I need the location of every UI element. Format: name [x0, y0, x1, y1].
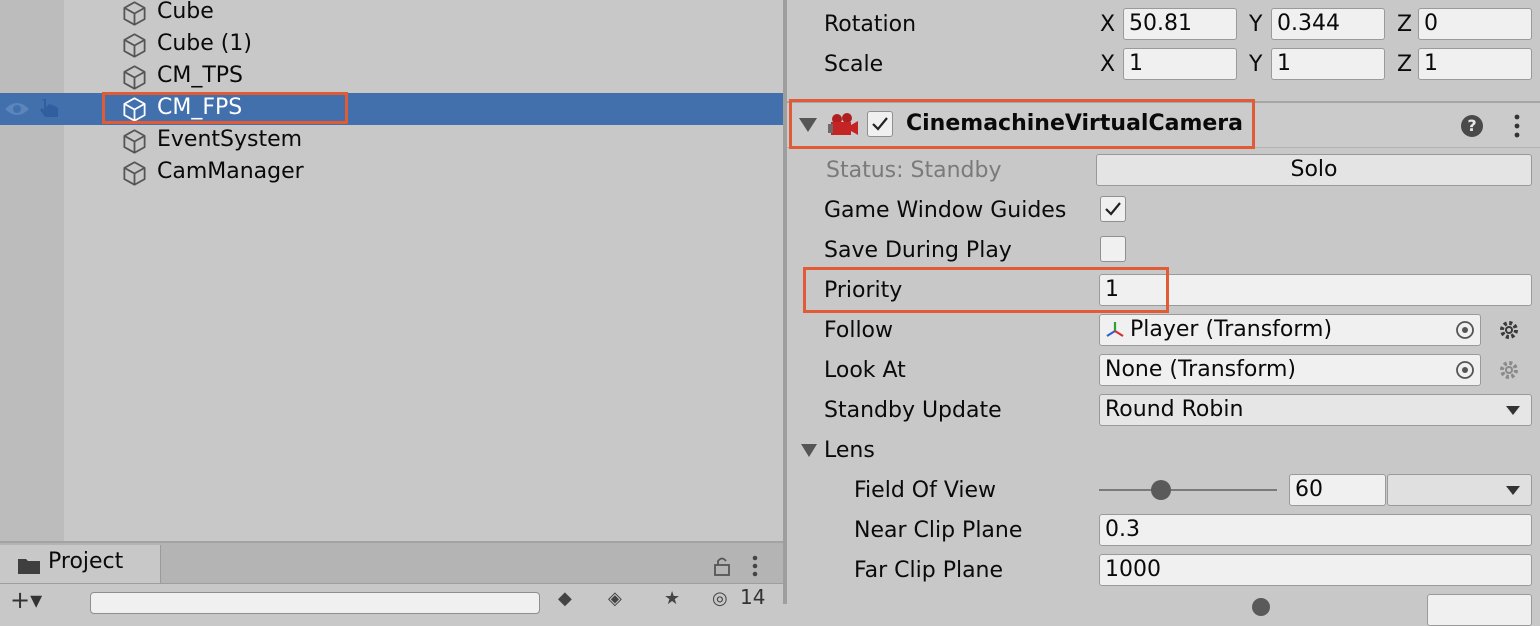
near-clip-plane-field[interactable]: 0.3: [1099, 514, 1532, 546]
rotation-x-axis-label: X: [1100, 12, 1116, 37]
help-icon[interactable]: ?: [1461, 115, 1483, 137]
hierarchy-item-label: CamManager: [157, 159, 304, 184]
scale-x-field[interactable]: 1: [1123, 48, 1237, 80]
scale-z-field[interactable]: 1: [1418, 48, 1532, 80]
follow-value: Player (Transform): [1130, 317, 1333, 342]
game-window-guides-label: Game Window Guides: [824, 198, 1067, 223]
fov-slider-knob[interactable]: [1151, 480, 1171, 500]
favorite-star-icon[interactable]: ★: [664, 588, 680, 609]
gear-icon[interactable]: [1497, 358, 1521, 382]
scale-y-axis-label: Y: [1249, 52, 1263, 77]
rotation-x-field[interactable]: 50.81: [1123, 8, 1237, 40]
gameobject-icon: [123, 65, 146, 90]
scale-label: Scale: [824, 52, 884, 77]
gameobject-icon: [123, 1, 146, 26]
save-during-play-label: Save During Play: [824, 238, 1012, 263]
hierarchy-item-label: CM_TPS: [157, 63, 244, 88]
solo-button[interactable]: Solo: [1096, 154, 1532, 186]
hidden-count: 14: [740, 585, 766, 609]
object-picker-icon[interactable]: [1454, 319, 1476, 341]
hidden-packages-icon[interactable]: ◎: [712, 588, 728, 609]
visibility-eye-icon[interactable]: [3, 99, 31, 119]
next-row-slider-knob[interactable]: [1252, 598, 1270, 616]
panel-menu-icon[interactable]: [752, 555, 758, 577]
rotation-z-field[interactable]: 0: [1418, 8, 1532, 40]
far-clip-plane-label: Far Clip Plane: [854, 558, 1004, 583]
project-tab-bar: Project: [0, 543, 783, 583]
hierarchy-item-cube[interactable]: Cube: [0, 0, 783, 29]
gear-icon[interactable]: [1497, 318, 1521, 342]
near-clip-plane-label: Near Clip Plane: [854, 518, 1023, 543]
pickable-hand-icon[interactable]: [36, 95, 64, 121]
hierarchy-item-label: Cube: [157, 0, 214, 24]
save-during-play-checkbox[interactable]: [1100, 236, 1126, 262]
next-row-field[interactable]: [1427, 594, 1532, 626]
tab-project-label: Project: [48, 549, 124, 574]
label-filter-icon[interactable]: ◈: [608, 588, 622, 609]
highlight-box-component: [789, 99, 1255, 149]
highlight-box-priority: [803, 267, 1169, 313]
far-clip-plane-field[interactable]: 1000: [1099, 554, 1532, 586]
scale-x-axis-label: X: [1100, 52, 1116, 77]
follow-object-field[interactable]: Player (Transform): [1099, 314, 1481, 346]
project-panel: Project +▾ ◆ ◈ ★ ◎ 14: [0, 541, 783, 614]
lens-label[interactable]: Lens: [824, 438, 875, 464]
chevron-down-icon: [1506, 486, 1520, 495]
follow-label: Follow: [824, 318, 894, 343]
rotation-y-axis-label: Y: [1249, 12, 1263, 37]
hierarchy-item-cube-1[interactable]: Cube (1): [0, 29, 783, 61]
standby-update-dropdown[interactable]: Round Robin: [1099, 394, 1532, 426]
lock-icon[interactable]: [712, 556, 732, 576]
hierarchy-item-cammanager[interactable]: CamManager: [0, 157, 783, 189]
look-at-label: Look At: [824, 358, 906, 383]
gameobject-icon: [123, 33, 146, 58]
folder-icon: [18, 559, 40, 574]
tab-project[interactable]: Project: [0, 545, 161, 583]
gameobject-icon: [123, 161, 146, 186]
asset-type-filter-icon[interactable]: ◆: [558, 588, 572, 609]
hierarchy-item-label: Cube (1): [157, 31, 252, 56]
hierarchy-item-label: EventSystem: [157, 127, 303, 152]
scale-y-field[interactable]: 1: [1271, 48, 1385, 80]
hierarchy-item-eventsystem[interactable]: EventSystem: [0, 125, 783, 157]
add-asset-icon[interactable]: +▾: [10, 588, 42, 612]
fov-field[interactable]: 60: [1289, 474, 1386, 506]
project-toolbar: +▾ ◆ ◈ ★ ◎ 14: [0, 583, 783, 614]
scale-z-axis-label: Z: [1397, 52, 1413, 77]
chevron-down-icon: [1506, 406, 1520, 415]
rotation-label: Rotation: [824, 12, 917, 37]
checkmark-icon: [1105, 202, 1121, 216]
object-picker-icon[interactable]: [1454, 359, 1476, 381]
rotation-z-axis-label: Z: [1397, 12, 1413, 37]
rotation-y-field[interactable]: 0.344: [1271, 8, 1385, 40]
gameobject-icon: [123, 129, 146, 154]
component-menu-icon[interactable]: [1514, 113, 1520, 139]
game-window-guides-checkbox[interactable]: [1100, 196, 1126, 222]
inspector-panel: Rotation X 50.81 Y 0.344 Z 0 Scale X 1 Y…: [787, 0, 1540, 626]
transform-axes-icon: [1106, 322, 1124, 337]
hierarchy-item-cm-tps[interactable]: CM_TPS: [0, 61, 783, 93]
standby-update-label: Standby Update: [824, 398, 1002, 423]
status-label: Status: Standby: [826, 158, 1002, 183]
lens-foldout-icon[interactable]: [801, 444, 817, 457]
project-search-input[interactable]: [90, 592, 540, 614]
highlight-box-cm-fps: [102, 92, 348, 124]
standby-update-value: Round Robin: [1105, 397, 1244, 422]
field-of-view-label: Field Of View: [854, 478, 997, 503]
look-at-object-field[interactable]: None (Transform): [1099, 354, 1481, 386]
fov-slider-track[interactable]: [1099, 489, 1277, 491]
hierarchy-panel: Cube Cube (1) CM_TPS CM_FPS EventSystem …: [0, 0, 783, 541]
